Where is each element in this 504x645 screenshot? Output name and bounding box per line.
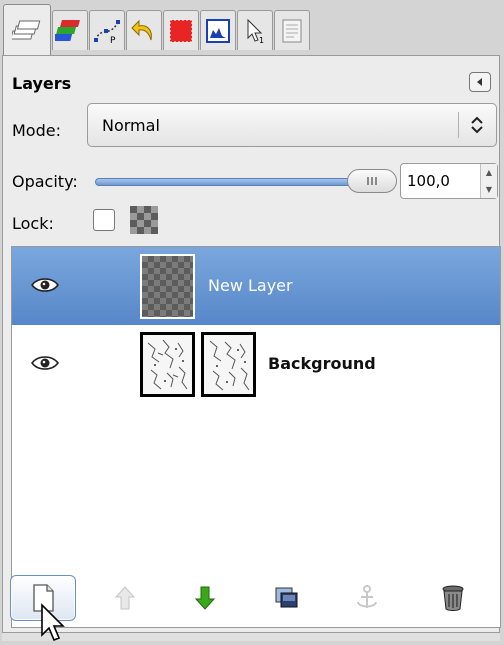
tab-channels[interactable] [52, 10, 88, 50]
layer-name[interactable]: Background [268, 354, 376, 373]
tab-paths[interactable]: P [89, 10, 125, 50]
tab-pointer[interactable]: 1 [237, 10, 273, 50]
eye-icon[interactable] [30, 353, 60, 373]
layer-row-background[interactable]: Background [12, 325, 500, 403]
spin-buttons[interactable]: ▲ ▼ [480, 164, 497, 198]
mode-value: Normal [102, 116, 160, 135]
mode-label: Mode: [12, 121, 61, 140]
tab-colors[interactable] [163, 10, 199, 50]
grip-icon [367, 177, 377, 185]
layers-dialog: Layers Mode: Normal Opacity: 100,0 ▲ ▼ L… [2, 55, 501, 637]
sketch-thumbnail-image [147, 339, 188, 390]
anchor-layer-button[interactable] [334, 575, 400, 621]
opacity-label: Opacity: [12, 172, 78, 191]
spin-up-icon[interactable]: ▲ [481, 164, 497, 181]
document-tab-icon [282, 19, 302, 42]
lock-label: Lock: [12, 214, 54, 233]
opacity-spinbutton[interactable]: 100,0 ▲ ▼ [400, 163, 498, 199]
layer-thumbnail[interactable] [140, 332, 195, 397]
dock-tab-strip: P 1 [0, 0, 504, 56]
paths-tab-icon: P [94, 19, 120, 46]
layer-name[interactable]: New Layer [208, 276, 293, 295]
arrow-up-icon [114, 586, 136, 610]
lock-pixels-checkbox[interactable] [93, 209, 115, 231]
panel-title: Layers [12, 74, 72, 93]
histogram-tab-icon [206, 18, 230, 43]
anchor-icon [357, 585, 377, 608]
eye-icon[interactable] [30, 275, 60, 295]
channels-tab-icon [55, 19, 80, 41]
layer-list: New Layer Background [11, 246, 501, 628]
layer-thumbnail[interactable] [140, 254, 195, 319]
raise-layer-button[interactable] [92, 575, 158, 621]
tab-histogram[interactable] [200, 10, 236, 50]
colors-tab-icon [169, 19, 193, 42]
delete-layer-button[interactable] [420, 575, 486, 621]
layers-tab-icon [12, 20, 41, 39]
opacity-slider-handle[interactable] [347, 169, 397, 193]
lock-alpha-checker-icon[interactable] [130, 206, 158, 234]
up-down-chevron-icon [471, 116, 483, 134]
dock-bottom-edge [2, 632, 500, 641]
layer-mask-thumbnail[interactable] [201, 332, 256, 397]
triangle-left-icon [477, 78, 482, 86]
arrow-down-icon [194, 586, 216, 610]
undo-history-tab-icon [131, 19, 152, 40]
opacity-value: 100,0 [407, 172, 450, 190]
tab-menu-button[interactable] [469, 72, 491, 92]
layer-row-new-layer[interactable]: New Layer [12, 247, 500, 325]
spin-down-icon[interactable]: ▼ [481, 181, 497, 198]
tab-layers[interactable] [3, 4, 51, 56]
duplicate-layer-button[interactable] [253, 575, 319, 621]
svg-text:P: P [110, 36, 116, 46]
lower-layer-button[interactable] [172, 575, 238, 621]
duplicate-icon [275, 587, 298, 608]
svg-text:1: 1 [259, 36, 264, 45]
trash-icon [442, 585, 464, 611]
tab-document[interactable] [274, 10, 310, 50]
mode-combobox[interactable]: Normal [87, 103, 497, 147]
sketch-thumbnail-image [209, 340, 250, 391]
combo-separator [458, 112, 459, 138]
pointer-tab-icon: 1 [247, 18, 264, 45]
mouse-pointer-icon [41, 603, 65, 642]
tab-undo-history[interactable] [126, 10, 162, 50]
